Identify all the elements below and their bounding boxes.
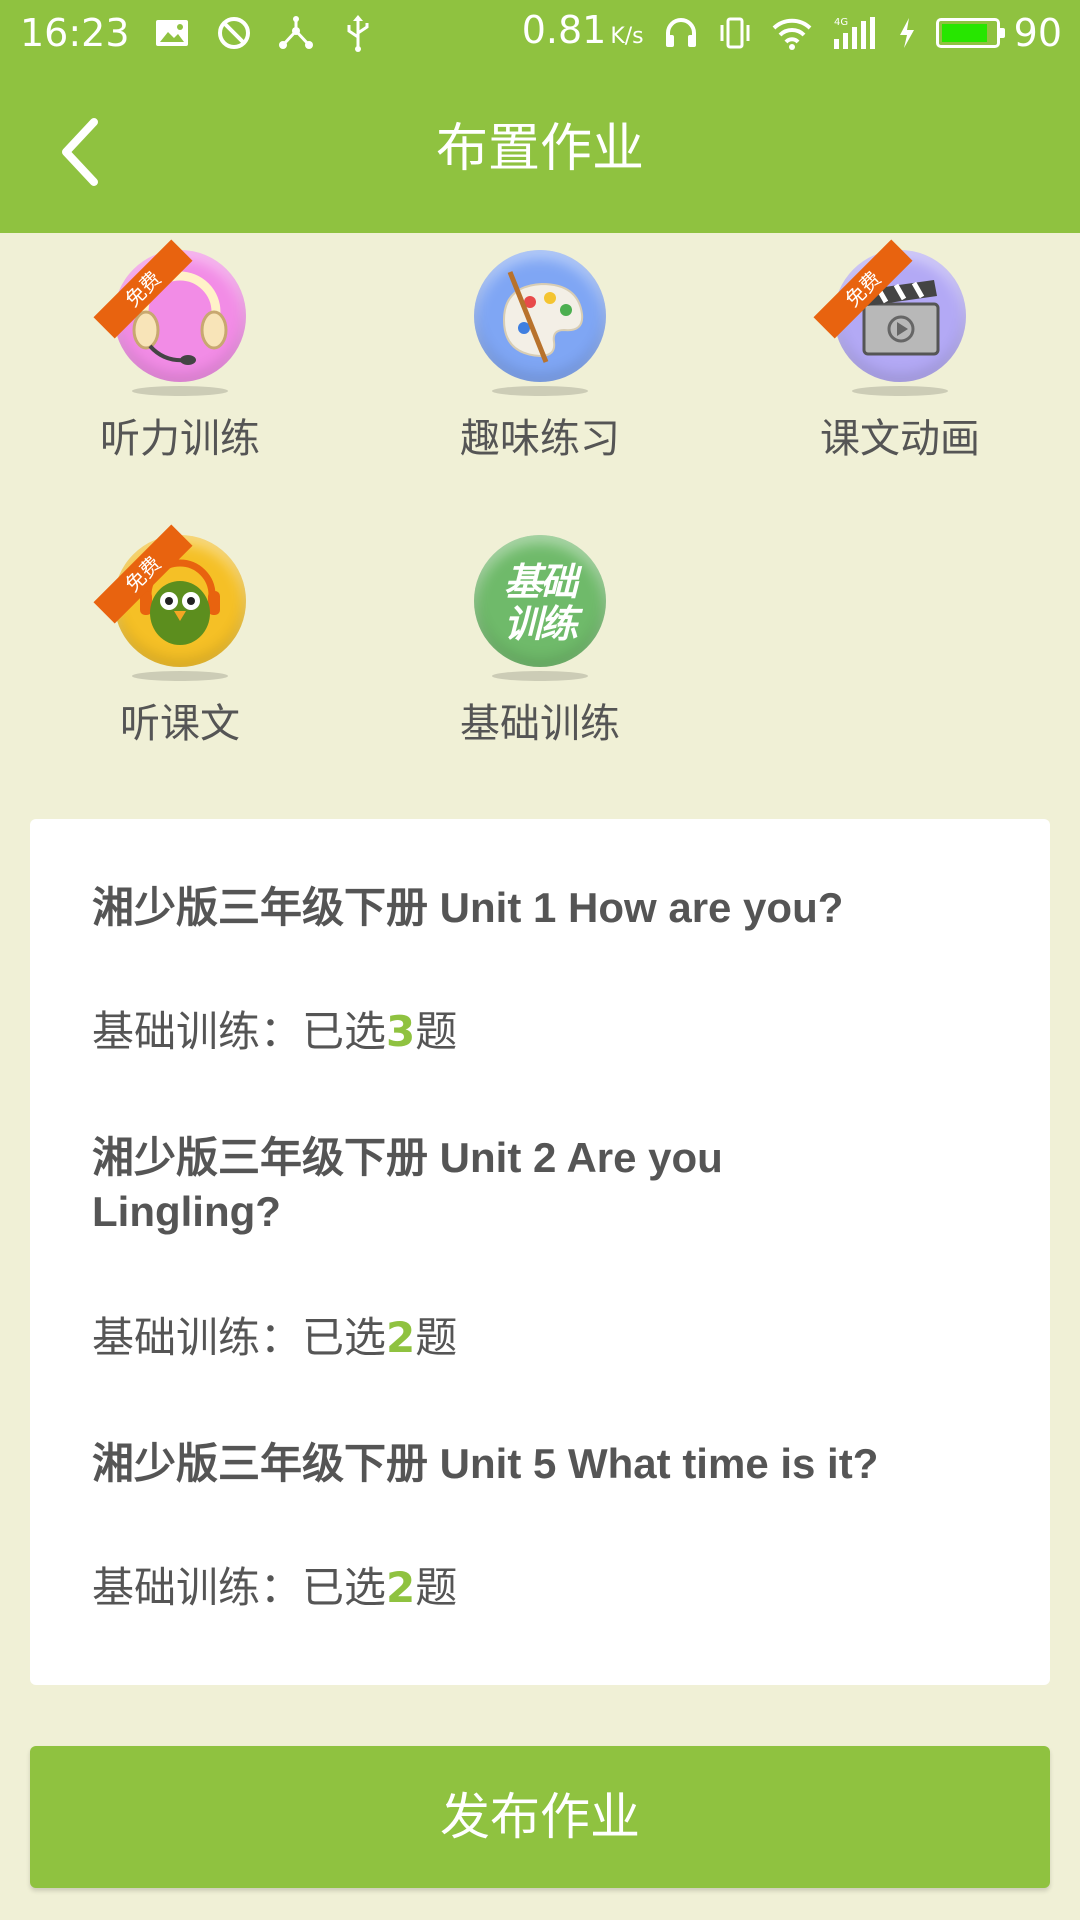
module-listening[interactable]: 免费 听力训练 xyxy=(30,239,330,464)
module-basic-training[interactable]: 基础训练 基础训练 xyxy=(390,535,690,749)
status-bar-right: 0.81 K/s 4G 90 xyxy=(522,0,1062,66)
module-label: 听课文 xyxy=(120,701,240,747)
charging-icon xyxy=(898,18,916,48)
palette-icon xyxy=(474,250,606,382)
selected-count: 3 xyxy=(386,1007,416,1056)
signal-4g-icon: 4G xyxy=(832,15,878,51)
publish-homework-button[interactable]: 发布作业 xyxy=(30,1746,1050,1888)
basic-training-icon-text: 基础训练 xyxy=(503,560,578,646)
unit-title: 湘少版三年级下册 Unit 2 Are you Lingling? xyxy=(92,1134,723,1235)
module-fun-practice[interactable]: 趣味练习 xyxy=(390,250,690,464)
selection-count-line: 基础训练：已选3题 xyxy=(92,1007,458,1056)
battery-icon xyxy=(935,18,1005,48)
selection-count-line: 基础训练：已选2题 xyxy=(92,1313,458,1362)
module-grid: 免费 听力训练 趣味练习 免费 课文动画 免费 听课文 基础训练 基础训练 xyxy=(0,233,1080,803)
selected-count: 2 xyxy=(386,1313,416,1362)
page-title: 布置作业 xyxy=(435,119,644,179)
block-icon xyxy=(214,13,254,53)
unit-title: 湘少版三年级下册 Unit 1 How are you? xyxy=(92,884,844,931)
usb-icon xyxy=(338,13,378,53)
title-bar: 布置作业 xyxy=(0,66,1080,233)
module-listen-text[interactable]: 免费 听课文 xyxy=(30,524,330,749)
selection-summary-card: 湘少版三年级下册 Unit 1 How are you? 基础训练：已选3题 湘… xyxy=(30,819,1050,1685)
headphones-icon xyxy=(664,15,698,51)
module-label: 课文动画 xyxy=(820,416,980,462)
vibrate-icon xyxy=(718,15,752,51)
selection-count-line: 基础训练：已选2题 xyxy=(92,1563,458,1612)
share-network-icon xyxy=(276,13,316,53)
module-label: 趣味练习 xyxy=(460,416,620,462)
status-time: 16:23 xyxy=(20,11,130,55)
module-label: 基础训练 xyxy=(460,701,620,747)
battery-level: 90 xyxy=(1013,11,1062,55)
status-bar: 16:23 0.81 K/s 4G 90 xyxy=(0,0,1080,66)
network-speed: 0.81 K/s xyxy=(521,7,644,52)
wifi-icon xyxy=(772,16,812,50)
selected-count: 2 xyxy=(386,1563,416,1612)
module-label: 听力训练 xyxy=(100,416,260,462)
status-bar-left: 16:23 xyxy=(20,0,378,66)
module-text-animation[interactable]: 免费 课文动画 xyxy=(750,239,1050,464)
basic-training-icon: 基础训练 xyxy=(474,535,606,667)
image-icon xyxy=(152,13,192,53)
unit-title: 湘少版三年级下册 Unit 5 What time is it? xyxy=(92,1440,879,1487)
svg-text:4G: 4G xyxy=(834,17,848,28)
